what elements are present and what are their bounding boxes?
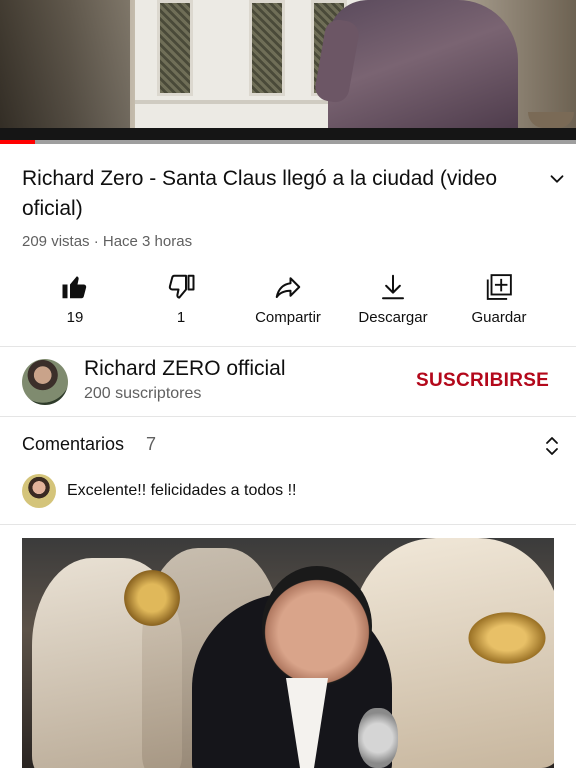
action-bar: 19 1 Compartir Descargar Guardar — [0, 268, 576, 338]
video-player[interactable] — [0, 0, 576, 140]
download-button[interactable]: Descargar — [338, 268, 448, 327]
chevron-down-icon[interactable] — [546, 168, 568, 190]
video-frame-person — [313, 0, 518, 130]
comments-count: 7 — [146, 434, 157, 454]
comment-text[interactable]: Excelente!! felicidades a todos !! — [67, 482, 296, 500]
comments-title[interactable]: Comentarios — [22, 434, 124, 455]
share-label: Compartir — [255, 309, 321, 326]
unfold-icon[interactable] — [542, 434, 562, 458]
dislike-button[interactable]: 1 — [126, 268, 236, 327]
like-button[interactable]: 19 — [20, 268, 130, 327]
divider — [0, 524, 576, 525]
video-progress-bar[interactable] — [0, 140, 576, 144]
channel-name[interactable]: Richard ZERO official — [84, 357, 286, 381]
save-button[interactable]: Guardar — [444, 268, 554, 327]
share-button[interactable]: Compartir — [233, 268, 343, 327]
video-progress-played — [0, 140, 35, 144]
video-title: Richard Zero - Santa Claus llegó a la ci… — [22, 167, 498, 220]
divider — [0, 416, 576, 417]
commenter-avatar — [22, 474, 56, 508]
download-label: Descargar — [358, 309, 428, 326]
video-title-area[interactable]: Richard Zero - Santa Claus llegó a la ci… — [22, 164, 522, 224]
share-icon — [275, 277, 301, 298]
video-meta: 209 vistas · Hace 3 horas — [22, 233, 193, 250]
download-icon — [382, 274, 404, 300]
save-to-playlist-icon — [486, 274, 512, 300]
like-count: 19 — [66, 309, 84, 326]
divider — [0, 346, 576, 347]
next-video-thumbnail[interactable] — [22, 538, 554, 768]
channel-avatar[interactable] — [22, 359, 68, 405]
dislike-count: 1 — [176, 309, 186, 326]
subscriber-count: 200 suscriptores — [84, 385, 202, 402]
thumbs-up-icon — [62, 276, 87, 299]
save-label: Guardar — [471, 309, 527, 326]
subscribe-button[interactable]: SUSCRIBIRSE — [416, 370, 549, 392]
thumbs-down-icon — [168, 274, 195, 299]
